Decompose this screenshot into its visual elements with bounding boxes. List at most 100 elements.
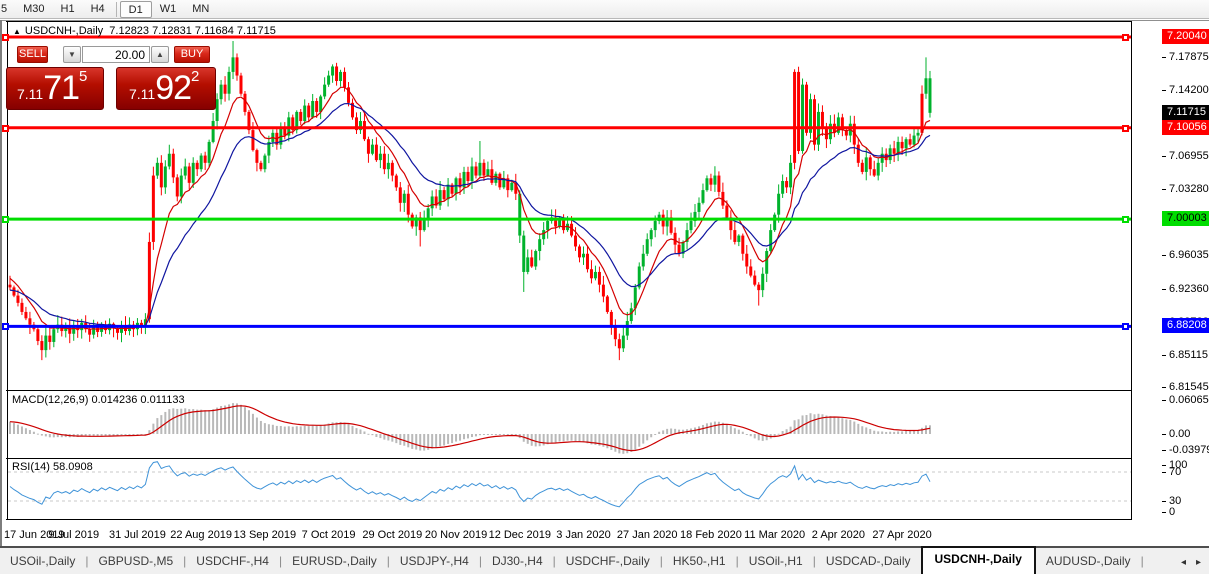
candle-body (311, 101, 315, 118)
candle-body (645, 239, 649, 254)
candle-body (195, 162, 199, 170)
date-axis-label: 3 Jan 2020 (556, 529, 611, 541)
candle-body (175, 177, 179, 197)
candle-body (378, 153, 382, 161)
macd-bar (478, 434, 481, 436)
chart-tab-usoil-h1[interactable]: USOil-,H1 (739, 550, 813, 574)
macd-bar (192, 409, 195, 434)
macd-bar (578, 434, 581, 442)
line-handle-right-7.10056[interactable] (1122, 124, 1129, 132)
macd-bar (853, 421, 856, 434)
macd-bar (176, 408, 179, 434)
macd-bar (216, 407, 219, 434)
chart-tab-usdchf-h4[interactable]: USDCHF-,H4 (186, 550, 279, 574)
buy-button[interactable]: BUY (174, 46, 210, 63)
volume-decrease-button[interactable]: ▼ (63, 46, 81, 63)
tab-scroll-left-icon[interactable]: ◂ (1181, 557, 1186, 568)
line-handle-left-6.88208[interactable] (2, 323, 9, 331)
candle-body (900, 141, 904, 149)
macd-bar (315, 425, 318, 434)
chart-tab-eurusd-daily[interactable]: EURUSD-,Daily (282, 550, 387, 574)
macd-bar (128, 434, 131, 436)
macd-bar (622, 434, 625, 454)
chart-tab-usdcnh-daily[interactable]: USDCNH-,Daily (920, 546, 1036, 574)
date-axis-label: 18 Feb 2020 (680, 529, 742, 541)
macd-bar (749, 434, 752, 437)
rsi-tick-label: 0 (1169, 506, 1176, 518)
timeframe-button-m30[interactable]: M30 (15, 1, 52, 18)
macd-bar (566, 434, 569, 441)
timeframe-button-h4[interactable]: H4 (83, 1, 113, 18)
candle-body (422, 219, 426, 231)
rsi-line (9, 461, 931, 508)
candle-body (872, 169, 876, 176)
candle-body (737, 235, 741, 242)
chart-tab-usdjpy-h4[interactable]: USDJPY-,H4 (390, 550, 479, 574)
candle-body (701, 190, 705, 203)
line-handle-right-7.00003[interactable] (1122, 216, 1129, 224)
candle-body (741, 235, 745, 254)
buy-price-box[interactable]: 7.11922 (116, 67, 216, 110)
candle-body (167, 153, 171, 167)
date-axis-label: 12 Dec 2019 (488, 529, 551, 541)
sell-button[interactable]: SELL (17, 46, 48, 63)
macd-bar (204, 410, 207, 434)
macd-bar (423, 434, 426, 451)
candle-body (888, 148, 892, 161)
spin-down-icon: ▼ (68, 50, 76, 59)
line-handle-left-7.20040[interactable] (2, 34, 9, 41)
rsi-pane-bottom-border (6, 519, 1209, 520)
axis-tick-mark (1162, 472, 1166, 473)
macd-bar (809, 413, 812, 434)
line-handle-left-7.10056[interactable] (2, 124, 9, 132)
volume-increase-button[interactable]: ▲ (151, 46, 169, 63)
macd-bar (670, 428, 673, 434)
timeframe-button-5[interactable]: 5 (0, 1, 15, 18)
candle-body (589, 269, 593, 279)
candle-body (924, 78, 928, 94)
chart-tab-dj30-h4[interactable]: DJ30-,H4 (482, 550, 553, 574)
buy-price-main: 92 (155, 69, 192, 107)
timeframe-button-d1[interactable]: D1 (119, 0, 152, 18)
candle-body (904, 139, 908, 149)
macd-bar (247, 410, 250, 434)
chart-tab-usdcad-daily[interactable]: USDCAD-,Daily (816, 550, 921, 574)
candle-body (498, 173, 502, 188)
timeframe-button-mn[interactable]: MN (184, 1, 217, 18)
sell-price-box[interactable]: 7.11715 (6, 67, 104, 110)
timeframe-button-w1[interactable]: W1 (152, 1, 185, 18)
rsi-indicator-label: RSI(14) 58.0908 (12, 461, 93, 473)
candle-body (28, 318, 32, 325)
candle-body (713, 175, 717, 185)
candle-body (88, 329, 92, 335)
chart-tab-audusd-daily[interactable]: AUDUSD-,Daily (1036, 550, 1141, 574)
macd-bar (112, 434, 115, 436)
macd-bar (239, 404, 242, 434)
macd-bar (885, 431, 888, 434)
volume-input[interactable] (82, 46, 150, 63)
price-axis[interactable]: 7.105256.997106.887287.178757.142007.069… (1132, 21, 1209, 520)
candle-body (191, 162, 195, 183)
line-handle-right-6.88208[interactable] (1122, 323, 1129, 331)
candle-body (151, 175, 155, 242)
macd-bar (745, 433, 748, 435)
macd-bar (833, 416, 836, 434)
candle-body (307, 105, 311, 118)
macd-bar (447, 434, 450, 444)
chart-tab-usdchf-daily[interactable]: USDCHF-,Daily (556, 550, 660, 574)
date-axis-label: 31 Jul 2019 (108, 529, 166, 541)
candle-body (52, 329, 56, 342)
line-handle-right-7.20040[interactable] (1122, 34, 1129, 41)
candle-body (526, 257, 530, 272)
chart-tab-gbpusd-m5[interactable]: GBPUSD-,M5 (88, 550, 183, 574)
macd-bar (208, 410, 211, 434)
collapse-trade-panel-icon[interactable]: ▲ (13, 27, 21, 36)
timeframe-button-h1[interactable]: H1 (53, 1, 83, 18)
chart-tab-usoil-daily[interactable]: USOil-,Daily (0, 550, 85, 574)
line-handle-left-7.00003[interactable] (2, 216, 9, 224)
chart-tab-hk50-h1[interactable]: HK50-,H1 (663, 550, 736, 574)
tab-scroll-right-icon[interactable]: ▸ (1196, 557, 1201, 568)
macd-bar (502, 434, 505, 435)
macd-bar (180, 408, 183, 434)
macd-bar (781, 431, 784, 434)
